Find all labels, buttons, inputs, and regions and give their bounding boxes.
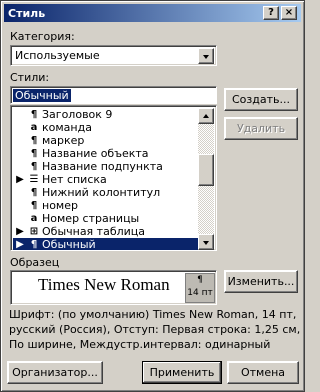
style-dialog: Стиль ? × Категория: Используемые Стили:… [0,0,305,392]
delete-button[interactable]: Удалить [224,117,298,140]
style-type-icon: ¶ [30,109,38,120]
style-list-item[interactable]: ¶ Заголовок 9 [13,108,198,121]
style-type-icon: ¶ [30,161,38,172]
style-type-icon: ☰ [29,174,39,185]
preview-font-size: 14 пт [187,288,213,298]
style-type-icon: a [30,213,38,224]
preview-text: Times New Roman [38,275,170,294]
sample-label: Образец [10,256,60,269]
expand-arrow-icon: ▶ [16,226,24,237]
style-name-input[interactable]: Обычный [10,86,217,104]
style-type-icon: a [30,122,38,133]
style-list-item[interactable]: ¶ номер [13,199,198,212]
style-type-icon: ⊞ [29,226,39,237]
style-type-icon: ¶ [30,187,38,198]
style-preview: Times New Roman ¶ 14 пт [10,270,217,305]
style-list-item[interactable]: ▶ ⊞ Обычная таблица [13,225,198,238]
style-list-item-label: Нет списка [42,173,107,186]
category-dropdown[interactable]: Используемые [10,45,217,66]
close-button[interactable]: × [281,6,297,20]
scroll-down-icon[interactable] [198,234,214,250]
style-list-item-label: номер [42,199,78,212]
modify-button[interactable]: Изменить... [224,270,298,293]
style-list-item-label: Название подпункта [42,160,163,173]
style-description: Шрифт: (по умолчанию) Times New Roman, 1… [9,308,301,351]
scroll-thumb[interactable] [198,154,214,186]
expand-arrow-icon: ▶ [16,174,24,185]
style-type-icon: ¶ [30,135,38,146]
organizer-button[interactable]: Организатор... [7,361,103,384]
style-type-icon: ¶ [30,239,38,250]
create-button[interactable]: Создать... [224,88,298,111]
style-type-icon: ¶ [30,148,38,159]
preview-badge: ¶ 14 пт [185,273,215,303]
window-title: Стиль [8,6,46,20]
style-list-item[interactable]: ¶ Название объекта [13,147,198,160]
styles-label: Стили: [10,71,50,84]
style-list-item[interactable]: a Номер страницы [13,212,198,225]
apply-button[interactable]: Применить [142,361,222,384]
style-list-item-label: Нижний колонтитул [42,186,161,199]
style-type-icon: ¶ [30,200,38,211]
style-list-item-label: Обычная таблица [42,225,146,238]
style-list-item[interactable]: ¶ Название подпункта [13,160,198,173]
styles-scrollbar[interactable] [198,108,214,250]
scroll-up-icon[interactable] [198,108,214,124]
category-label: Категория: [10,30,75,43]
style-list-item-label: маркер [42,134,85,147]
expand-arrow-icon: ▶ [16,239,24,250]
style-list-item[interactable]: a команда [13,121,198,134]
style-list-item-label: Заголовок 9 [42,108,113,121]
style-name-value: Обычный [13,89,71,102]
style-list-item[interactable]: ¶ маркер [13,134,198,147]
chevron-down-icon[interactable] [198,48,214,64]
styles-list[interactable]: ¶ Заголовок 9 a команда ¶ маркер ¶ Название объ… [10,105,217,251]
style-list-item-label: Обычный [42,238,96,251]
help-button[interactable]: ? [263,6,279,20]
style-list-item[interactable]: ▶ ☰ Нет списка [13,173,198,186]
style-list-item[interactable]: ▶ ¶ Обычный [13,238,198,251]
title-bar: Стиль ? × [4,4,301,22]
cancel-button[interactable]: Отмена [227,361,299,384]
category-value: Используемые [15,49,100,62]
paragraph-icon: ¶ [197,275,203,285]
style-list-item-label: Номер страницы [42,212,140,225]
style-list-item[interactable]: ¶ Нижний колонтитул [13,186,198,199]
style-list-item-label: Название объекта [42,147,149,160]
style-list-item-label: команда [42,121,92,134]
